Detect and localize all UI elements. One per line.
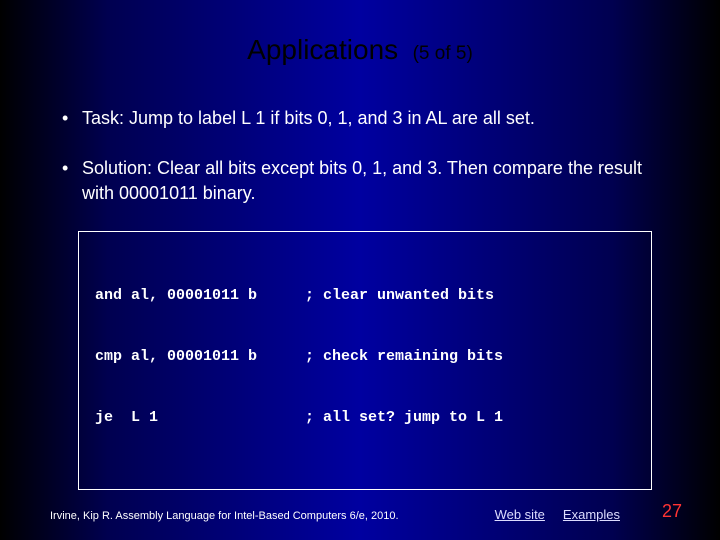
code-comment: ; all set? jump to L 1 xyxy=(305,408,635,428)
code-line: cmp al, 00001011 b ; check remaining bit… xyxy=(95,347,635,367)
bullet-item: Solution: Clear all bits except bits 0, … xyxy=(60,156,660,205)
code-line: je L 1 ; all set? jump to L 1 xyxy=(95,408,635,428)
slide-title-sub: (5 of 5) xyxy=(413,43,473,64)
examples-link[interactable]: Examples xyxy=(563,507,620,522)
footer-links: Web site Examples xyxy=(495,507,620,522)
code-comment: ; clear unwanted bits xyxy=(305,286,635,306)
code-instruction: and al, 00001011 b xyxy=(95,286,305,306)
slide: Applications (5 of 5) Task: Jump to labe… xyxy=(0,0,720,540)
footer-citation: Irvine, Kip R. Assembly Language for Int… xyxy=(50,510,495,522)
slide-footer: Irvine, Kip R. Assembly Language for Int… xyxy=(0,507,720,522)
bullet-item: Task: Jump to label L 1 if bits 0, 1, an… xyxy=(60,106,660,130)
website-link[interactable]: Web site xyxy=(495,507,545,522)
code-box: and al, 00001011 b ; clear unwanted bits… xyxy=(78,231,652,490)
code-line: and al, 00001011 b ; clear unwanted bits xyxy=(95,286,635,306)
code-instruction: je L 1 xyxy=(95,408,305,428)
code-instruction: cmp al, 00001011 b xyxy=(95,347,305,367)
slide-title-wrap: Applications (5 of 5) xyxy=(50,34,670,66)
slide-title: Applications xyxy=(247,34,398,65)
code-comment: ; check remaining bits xyxy=(305,347,635,367)
page-number: 27 xyxy=(662,501,682,522)
bullet-list: Task: Jump to label L 1 if bits 0, 1, an… xyxy=(50,106,670,205)
